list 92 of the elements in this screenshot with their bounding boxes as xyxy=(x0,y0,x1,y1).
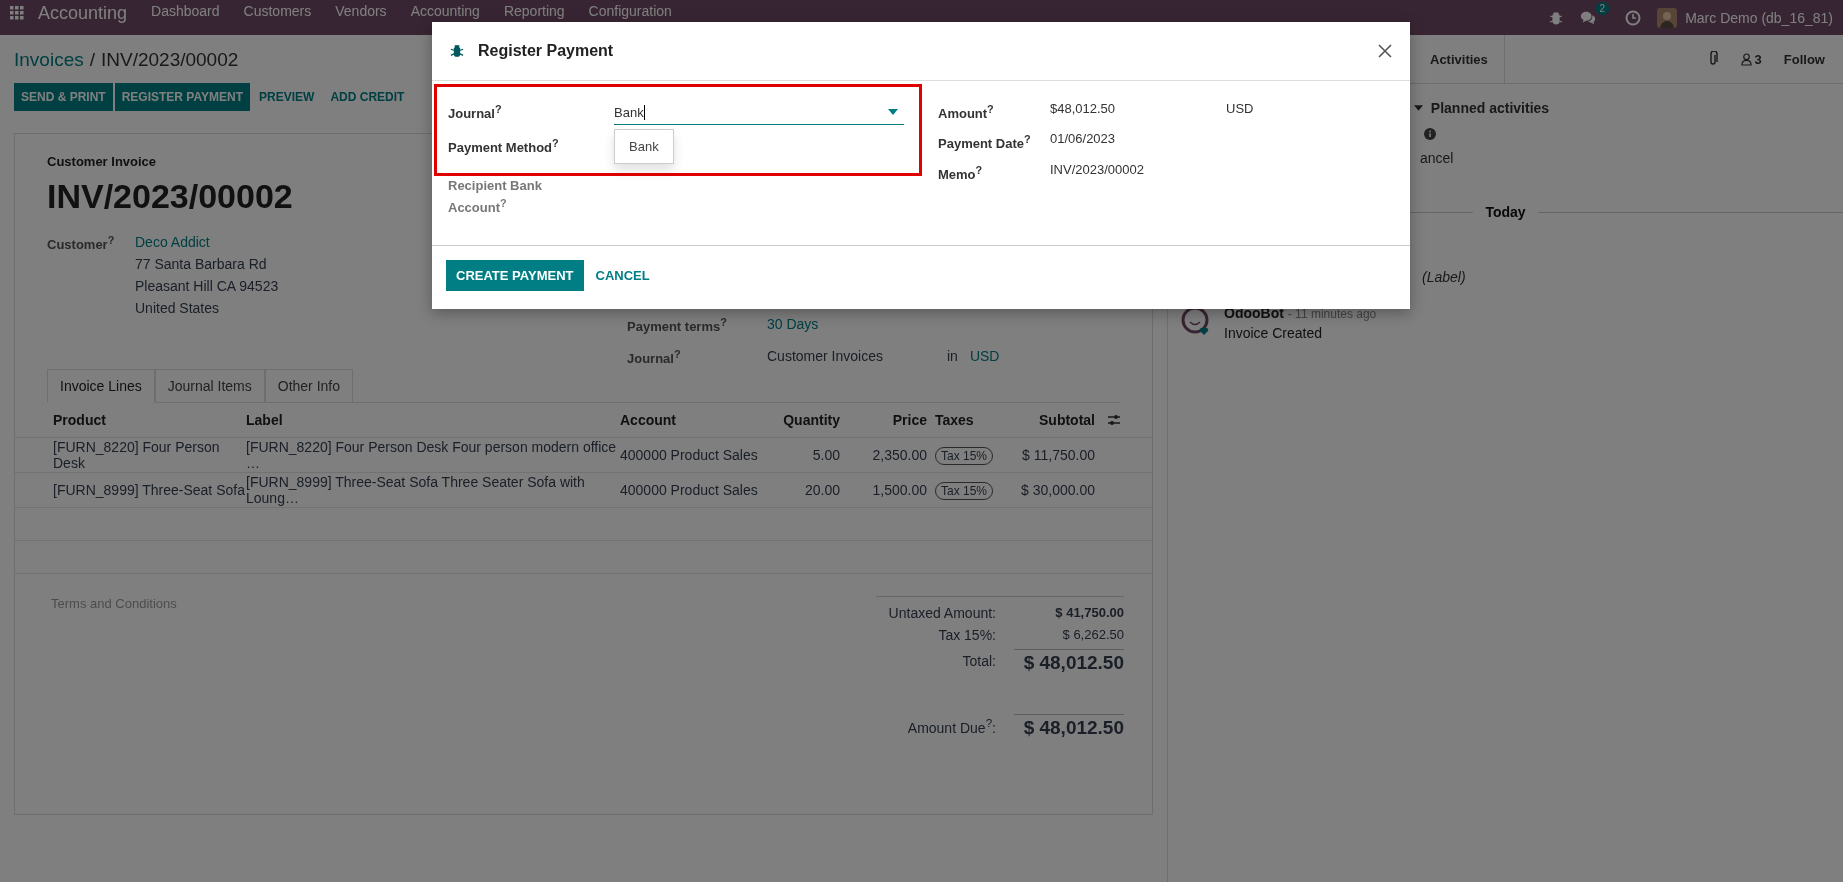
table-cell-text: 1,500.00 xyxy=(871,481,927,498)
clock-icon[interactable] xyxy=(1625,10,1642,26)
action-button[interactable]: ADD CREDIT xyxy=(323,83,412,111)
total-label: Untaxed Amount: xyxy=(888,604,996,621)
journal-select[interactable]: Bank xyxy=(614,101,904,125)
menu-item[interactable]: Customers xyxy=(243,3,312,19)
table-cell: [FURN_8999] Three-Seat Sofa xyxy=(53,481,246,498)
address-line: United States xyxy=(135,300,221,316)
field-label: Payment Date$^{?}$ xyxy=(938,132,1032,152)
column-header[interactable]: Product xyxy=(53,411,246,428)
column-header[interactable]: Account xyxy=(620,411,770,428)
table-cell-text: 20.00 xyxy=(803,481,840,498)
total-value: $ 48,012.50 xyxy=(1014,648,1124,674)
currency-field[interactable]: USD xyxy=(1226,101,1254,122)
date-separator: Today xyxy=(1473,204,1538,220)
field-label: Amount$^{?}$ xyxy=(938,102,995,122)
cancel-button[interactable]: CANCEL xyxy=(585,260,660,291)
column-header[interactable]: Taxes xyxy=(927,411,1015,428)
invoice-number: INV/2023/00002 xyxy=(47,177,293,216)
table-cell-text: 5.00 xyxy=(811,446,840,463)
column-header[interactable]: Quantity xyxy=(770,411,840,428)
dropdown-option[interactable]: Bank xyxy=(614,129,674,164)
column-header[interactable]: Price xyxy=(840,411,927,428)
dialog-title: Register Payment xyxy=(478,42,614,60)
total-label: Amount Due$^{?}$: xyxy=(907,716,996,736)
table-cell-text: 400000 Product Sales xyxy=(620,446,759,463)
memo-field[interactable]: INV/2023/00002 xyxy=(1050,161,1350,182)
menu-item[interactable]: Accounting xyxy=(410,3,480,19)
document-type: Customer Invoice xyxy=(47,154,157,169)
in-label: in xyxy=(947,348,958,367)
currency-link[interactable]: USD xyxy=(969,348,1000,367)
column-header[interactable]: Label xyxy=(246,411,620,428)
close-icon[interactable] xyxy=(1378,44,1392,58)
table-cell-text: 400000 Product Sales xyxy=(620,481,759,498)
breadcrumb-separator: / xyxy=(89,49,95,71)
total-value: $ 6,262.50 xyxy=(1062,627,1124,643)
table-cell-text: $ 30,000.00 xyxy=(1020,481,1095,498)
field-label: Payment terms$^{?}$ xyxy=(627,316,728,335)
table-cell-text: [FURN_8220] Four Person Desk xyxy=(53,438,221,471)
follow-button[interactable]: Follow xyxy=(1783,51,1825,67)
total-value: $ 41,750.00 xyxy=(1055,605,1124,621)
table-cell-text: $ 11,750.00 xyxy=(1021,446,1095,463)
tracking-value: (Label) xyxy=(1422,269,1466,285)
app-name[interactable]: Accounting xyxy=(38,3,128,24)
action-button[interactable]: REGISTER PAYMENT xyxy=(114,83,251,111)
notebook-tab[interactable]: Other Info xyxy=(264,368,354,403)
message-body: Invoice Created xyxy=(1224,325,1324,341)
total-label: Total: xyxy=(962,653,996,670)
table-cell-text: [FURN_8999] Three-Seat Sofa Three Seater Sofa with Loung… xyxy=(246,473,586,506)
info-icon[interactable] xyxy=(1424,128,1436,140)
action-button[interactable]: SEND & PRINT xyxy=(14,83,113,111)
user-avatar-icon[interactable] xyxy=(1657,8,1678,28)
menu-item[interactable]: Dashboard xyxy=(151,3,220,19)
message-count-badge: 2 xyxy=(1595,2,1610,15)
user-name[interactable]: Marc Demo (db_16_81) xyxy=(1685,10,1833,26)
cancel-link[interactable]: ancel xyxy=(1420,150,1454,166)
table-cell-text: 2,350.00 xyxy=(871,446,927,463)
action-button[interactable]: PREVIEW xyxy=(252,83,322,111)
total-label: Tax 15%: xyxy=(938,626,996,643)
create-payment-button[interactable]: CREATE PAYMENT xyxy=(446,260,584,291)
followers-button[interactable]: 3 xyxy=(1740,51,1762,67)
column-options-icon[interactable] xyxy=(1107,413,1121,426)
amount-field[interactable]: $48,012.50 xyxy=(1050,101,1226,122)
apps-grid-icon[interactable] xyxy=(10,6,24,20)
field-label: Payment Method$^{?}$ xyxy=(448,136,560,156)
field-label: Journal$^{?}$ xyxy=(448,102,503,124)
menu-item[interactable]: Reporting xyxy=(503,3,565,19)
field-value[interactable]: 30 Days xyxy=(767,316,947,335)
planned-activities-toggle[interactable]: Planned activities xyxy=(1413,100,1550,116)
field-label: Memo$^{?}$ xyxy=(938,162,984,182)
column-header[interactable]: Subtotal xyxy=(1015,411,1095,428)
address-line: Pleasant Hill CA 94523 xyxy=(135,278,279,294)
field-label: Journal$^{?}$ xyxy=(627,348,682,367)
total-value: $ 48,012.50 xyxy=(1014,713,1124,739)
breadcrumb-current: INV/2023/00002 xyxy=(101,49,239,71)
bug-icon[interactable] xyxy=(450,44,464,58)
notebook-tab[interactable]: Invoice Lines xyxy=(47,368,155,403)
customer-link[interactable]: Deco Addict xyxy=(135,234,279,250)
field-label: Recipient Bank Account$^{?}$ xyxy=(448,177,543,218)
field-label: Customer$^{?}$ xyxy=(47,234,116,255)
caret-icon[interactable] xyxy=(1413,105,1423,111)
caret-icon[interactable] xyxy=(888,109,898,115)
bug-icon[interactable] xyxy=(1547,10,1564,26)
chat-icon[interactable] xyxy=(1579,10,1596,26)
notebook-tab[interactable]: Journal Items xyxy=(154,368,265,403)
table-cell-text: [FURN_8220] Four Person Desk Four person modern office … xyxy=(246,438,618,471)
date-field[interactable]: 01/06/2023 xyxy=(1050,131,1350,152)
menu-item[interactable]: Vendors xyxy=(335,3,387,19)
breadcrumb-link[interactable]: Invoices xyxy=(14,49,84,71)
menu-item[interactable]: Configuration xyxy=(588,3,672,19)
address-line: 77 Santa Barbara Rd xyxy=(135,256,268,272)
field-value: Customer Invoices xyxy=(767,348,884,367)
